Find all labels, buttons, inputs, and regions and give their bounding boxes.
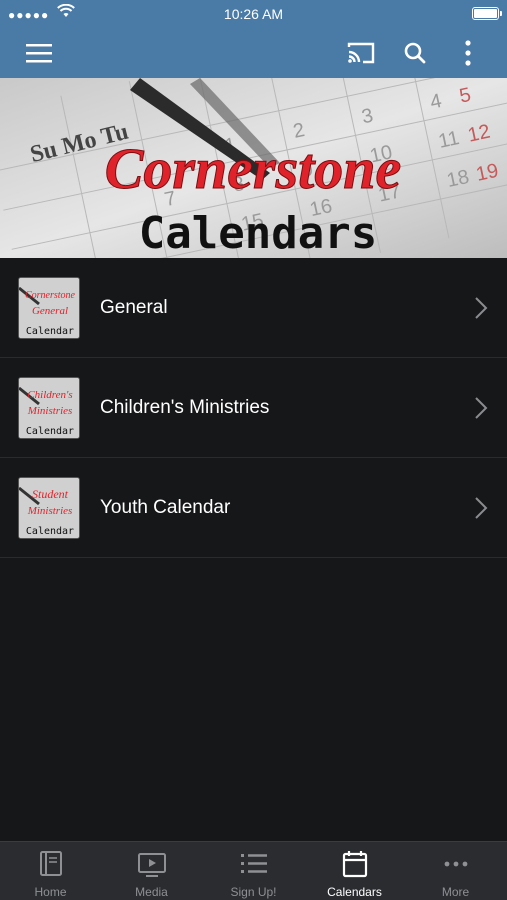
- nav-bar: [0, 28, 507, 78]
- thumb-line: Ministries: [27, 505, 73, 517]
- book-icon: [0, 850, 101, 878]
- thumb-line: Ministries: [27, 405, 73, 417]
- vertical-dots-icon[interactable]: [453, 38, 483, 68]
- cornerstone-calendars-banner: 1234 7891011 15161718 51219 Su Mo Tu Cor…: [0, 78, 507, 258]
- list-icon: [203, 850, 304, 878]
- tab-calendars[interactable]: Calendars: [304, 842, 405, 900]
- tab-label: Media: [135, 885, 168, 899]
- battery-icon: [472, 7, 502, 20]
- svg-text:18: 18: [445, 166, 471, 192]
- tab-label: Calendars: [327, 885, 382, 899]
- svg-text:19: 19: [474, 160, 500, 186]
- tab-home[interactable]: Home: [0, 842, 101, 900]
- thumb-line: Cornerstone: [25, 290, 76, 301]
- tab-media[interactable]: Media: [101, 842, 202, 900]
- tab-bar: Home Media Sign Up! Calendars More: [0, 841, 507, 900]
- calendar-thumbnail: Student Ministries Calendar: [18, 477, 80, 539]
- status-time: 10:26 AM: [223, 6, 284, 22]
- horizontal-dots-icon: [405, 850, 506, 878]
- thumb-line: Student: [32, 487, 69, 501]
- banner-subtitle: Calendars: [139, 208, 377, 258]
- list-item-childrens-ministries[interactable]: Children's Ministries Calendar Children'…: [0, 358, 507, 458]
- banner-title: Cornerstone: [105, 136, 402, 201]
- search-icon[interactable]: [400, 38, 430, 68]
- svg-text:12: 12: [466, 121, 492, 147]
- calendar-list: Cornerstone General Calendar General Chi…: [0, 258, 507, 558]
- calendar-icon: [304, 850, 405, 878]
- chevron-right-icon: [474, 496, 488, 525]
- thumb-line: Calendar: [26, 326, 74, 337]
- thumb-line: Children's: [27, 389, 72, 401]
- thumb-line: General: [32, 305, 68, 317]
- tab-label: More: [441, 885, 470, 899]
- tab-label: Sign Up!: [230, 885, 277, 899]
- calendar-thumbnail: Cornerstone General Calendar: [18, 277, 80, 339]
- status-bar: ●●●●● 10:26 AM: [0, 0, 507, 28]
- tab-label: Home: [34, 885, 67, 899]
- chevron-right-icon: [474, 396, 488, 425]
- chevron-right-icon: [474, 296, 488, 325]
- tab-sign-up[interactable]: Sign Up!: [203, 842, 304, 900]
- list-item-label: Youth Calendar: [100, 497, 231, 518]
- list-item-label: General: [100, 297, 168, 318]
- cast-icon[interactable]: [346, 38, 376, 68]
- calendar-thumbnail: Children's Ministries Calendar: [18, 377, 80, 439]
- thumb-line: Calendar: [26, 526, 74, 537]
- play-screen-icon: [101, 850, 202, 878]
- list-item-label: Children's Ministries: [100, 397, 270, 418]
- hamburger-menu-icon[interactable]: [24, 38, 54, 68]
- tab-more[interactable]: More: [405, 842, 506, 900]
- thumb-line: Calendar: [26, 426, 74, 437]
- list-item-general[interactable]: Cornerstone General Calendar General: [0, 258, 507, 358]
- list-item-youth-calendar[interactable]: Student Ministries Calendar Youth Calend…: [0, 458, 507, 558]
